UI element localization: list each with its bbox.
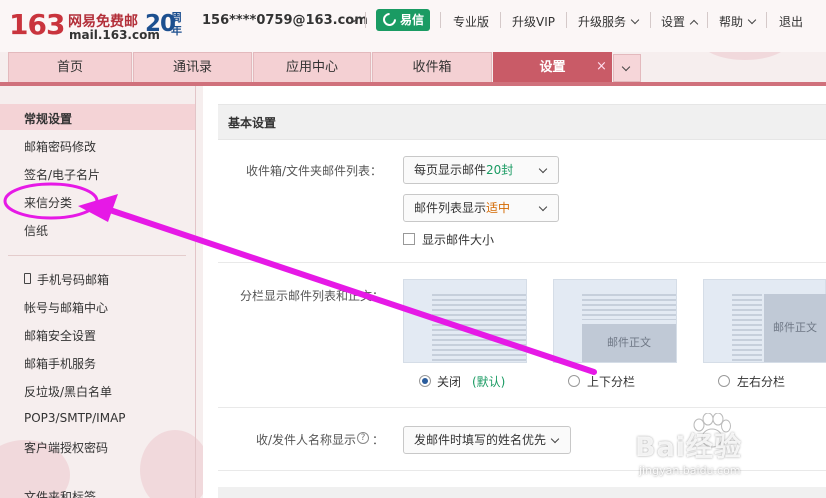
list-density-prefix: 邮件列表显示: [414, 201, 487, 215]
divider: [218, 262, 826, 263]
background-decoration: [140, 430, 210, 498]
sidebar-item-general-settings[interactable]: 常规设置: [24, 110, 72, 127]
settings-label: 设置: [661, 15, 686, 29]
watermark-url: jingyan.baidu.com: [639, 464, 741, 477]
divider: [440, 12, 441, 28]
chevron-down-icon: [621, 62, 631, 72]
sender-name-label: 收/发件人名称显示: [256, 433, 357, 447]
watermark-text: Bai经验: [635, 432, 743, 463]
sender-name-value: 发邮件时填写的姓名优先: [414, 433, 547, 447]
sidebar-item-security[interactable]: 邮箱安全设置: [24, 327, 96, 344]
sidebar-item-password[interactable]: 邮箱密码修改: [24, 138, 96, 155]
top-bar: 163 网易免费邮 mail.163.com 20 周年 156****0759…: [0, 0, 826, 52]
more-tabs-button[interactable]: [613, 54, 641, 82]
list-density-value: 适中: [486, 201, 511, 215]
chevron-down-icon: [747, 15, 757, 25]
sidebar-item-folders-tags[interactable]: 文件夹和标签: [24, 488, 96, 498]
sidebar-item-anti-spam[interactable]: 反垃圾/黑白名单: [24, 383, 112, 400]
divider: [766, 12, 767, 28]
show-size-label: 显示邮件大小: [422, 233, 495, 247]
chevron-down-icon: [550, 434, 560, 444]
anniversary-text: 周年: [171, 11, 182, 37]
annotation-arrow-head: [78, 194, 118, 222]
layout-option-horizontal-preview[interactable]: 邮件正文: [703, 279, 826, 363]
chevron-down-icon: [630, 15, 640, 25]
divider: [500, 12, 501, 28]
divider: [650, 12, 651, 28]
divider: [218, 407, 826, 408]
logout-link[interactable]: 退出: [779, 13, 803, 30]
split-vertical-radio[interactable]: [568, 375, 580, 387]
tab-contacts[interactable]: 通讯录: [133, 52, 252, 82]
list-lines: [732, 294, 762, 362]
sidebar-item-phone-mailbox[interactable]: 手机号码邮箱: [37, 271, 109, 288]
tab-settings[interactable]: 设置: [493, 52, 612, 82]
settings-menu[interactable]: 设置: [661, 13, 699, 30]
tab-inbox[interactable]: 收件箱: [372, 52, 492, 82]
upgrade-vip-link[interactable]: 升级VIP: [512, 13, 555, 30]
split-view-label: 分栏显示邮件列表和正文：: [240, 289, 385, 303]
show-size-checkbox[interactable]: [403, 233, 415, 245]
divider: [566, 12, 567, 28]
section-title: 基本设置: [228, 116, 277, 130]
default-note: (默认): [472, 375, 506, 389]
list-lines: [582, 294, 676, 320]
help-icon[interactable]: ?: [357, 432, 369, 444]
per-page-value: 20封: [486, 163, 514, 177]
account-email: 156****0759@163.com: [202, 13, 368, 28]
account-menu[interactable]: 156****0759@163.com: [202, 13, 368, 28]
section-header-partial: [218, 487, 826, 498]
section-header: [218, 104, 826, 140]
split-horizontal-label: 左右分栏: [737, 375, 786, 389]
close-icon[interactable]: ×: [596, 59, 607, 74]
tab-home[interactable]: 首页: [8, 52, 132, 82]
sidebar-item-stationery[interactable]: 信纸: [24, 222, 48, 239]
tab-app-center[interactable]: 应用中心: [253, 52, 371, 82]
split-off-label: 关闭: [437, 375, 462, 389]
sidebar-item-mobile-service[interactable]: 邮箱手机服务: [24, 355, 96, 372]
sidebar-item-account-center[interactable]: 帐号与邮箱中心: [24, 299, 108, 316]
inbox-list-label: 收件箱/文件夹邮件列表：: [246, 164, 383, 178]
tab-settings-label: 设置: [539, 60, 566, 75]
divider: [707, 12, 708, 28]
logo-number: 163: [9, 8, 65, 41]
sidebar-border: [195, 86, 196, 498]
chevron-down-icon: [538, 202, 548, 212]
sidebar-item-client-auth[interactable]: 客户端授权密码: [24, 439, 108, 456]
layout-option-vertical-preview[interactable]: 邮件正文: [553, 279, 677, 363]
sender-name-colon: ：: [372, 433, 385, 447]
preview-pane: 邮件正文: [764, 294, 826, 362]
upgrade-service-menu[interactable]: 升级服务: [578, 13, 640, 30]
yixin-label: 易信: [400, 13, 425, 27]
per-page-prefix: 每页显示邮件: [414, 163, 487, 177]
list-density-select[interactable]: 邮件列表显示适中: [403, 194, 559, 222]
split-horizontal-radio[interactable]: [718, 375, 730, 387]
chevron-down-icon: [538, 164, 548, 174]
phone-icon: [24, 273, 31, 284]
pro-version-link[interactable]: 专业版: [453, 13, 489, 30]
layout-option-off-preview[interactable]: [403, 279, 527, 363]
per-page-select[interactable]: 每页显示邮件20封: [403, 156, 559, 184]
preview-pane: 邮件正文: [582, 324, 676, 362]
sender-name-select[interactable]: 发邮件时填写的姓名优先: [403, 426, 571, 454]
upgrade-service-label: 升级服务: [578, 15, 627, 29]
sidebar-item-signature[interactable]: 签名/电子名片: [24, 166, 100, 183]
sidebar-item-mail-filter[interactable]: 来信分类: [24, 194, 72, 211]
chevron-up-icon: [689, 19, 699, 29]
split-off-radio[interactable]: [419, 375, 431, 387]
sidebar-divider: [8, 255, 186, 256]
divider: [365, 12, 366, 28]
help-menu[interactable]: 帮助: [719, 13, 757, 30]
sidebar-item-pop3-smtp-imap[interactable]: POP3/SMTP/IMAP: [24, 411, 126, 425]
help-label: 帮助: [719, 15, 744, 29]
split-vertical-label: 上下分栏: [587, 375, 636, 389]
list-lines: [432, 294, 526, 362]
